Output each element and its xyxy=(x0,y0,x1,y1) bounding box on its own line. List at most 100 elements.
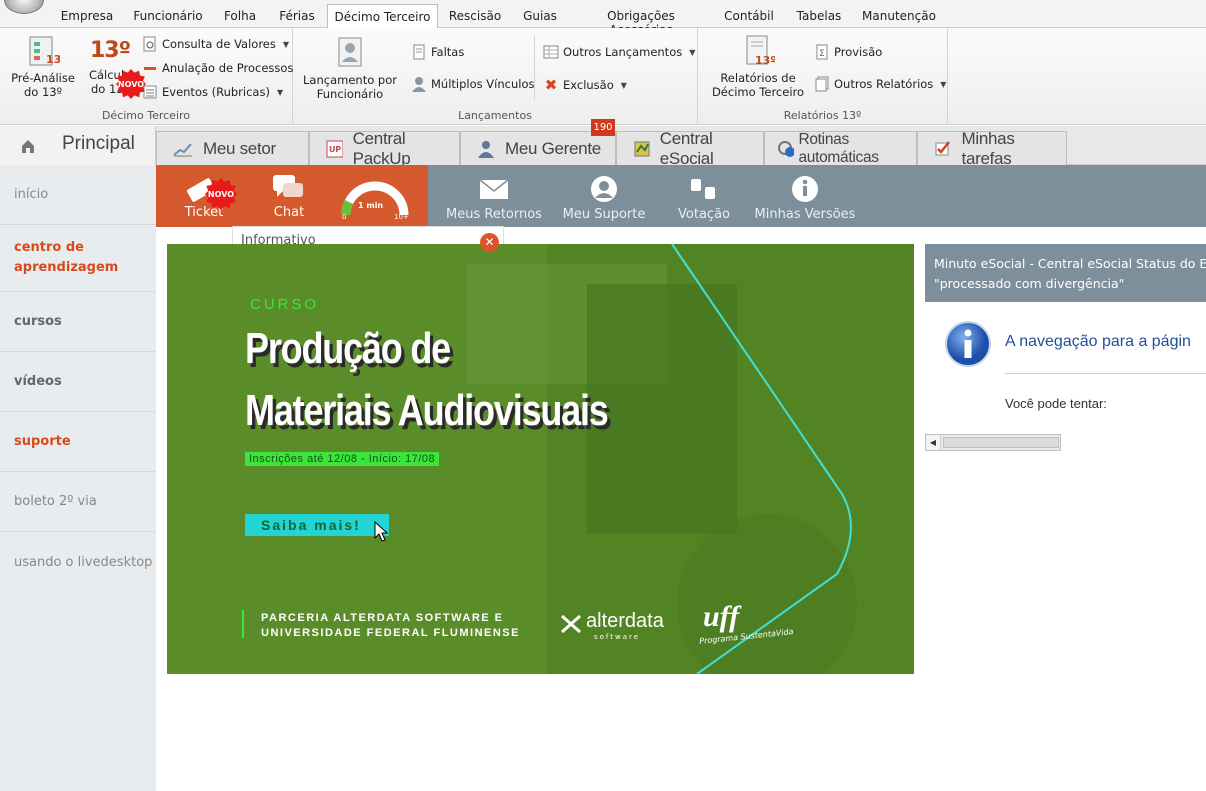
tab-empresa[interactable]: Empresa xyxy=(54,6,120,28)
divider xyxy=(534,36,535,100)
horizontal-scrollbar[interactable]: ◀ xyxy=(925,434,1061,451)
alterdata-wordmark: alterdata xyxy=(586,610,664,632)
news-title-line1: Minuto eSocial - Central eSocial Status … xyxy=(934,256,1206,271)
meu-suporte-button[interactable]: Meu Suporte xyxy=(554,175,654,222)
tab-label: Meu setor xyxy=(203,138,276,158)
chat-icon xyxy=(273,175,303,197)
uff-logo: uff Programa SustentaVida xyxy=(699,600,799,650)
outros-lancamentos-button[interactable]: Outros Lançamentos ▼ xyxy=(543,44,695,60)
tab-central-esocial[interactable]: Central eSocial xyxy=(616,129,764,168)
navigation-error-message: A navegação para a págin xyxy=(1005,333,1191,350)
consulta-valores-label: Consulta de Valores xyxy=(162,37,276,51)
meus-retornos-label: Meus Retornos xyxy=(446,207,542,222)
sidebar-item-cursos[interactable]: cursos xyxy=(0,292,156,352)
sidebar-item-suporte[interactable]: suporte xyxy=(0,412,156,472)
banner-dates: Inscrições até 12/08 - Início: 17/08 xyxy=(245,452,440,466)
tab-contabil[interactable]: Contábil xyxy=(716,6,782,28)
sidebar-item-centro-aprendizagem[interactable]: centro de aprendizagem NOVO xyxy=(0,69,156,292)
relatorios-decimo-button[interactable]: 13º Relatórios de Décimo Terceiro xyxy=(710,34,806,99)
svg-text:Σ: Σ xyxy=(819,49,825,59)
group-relatorios: 13º Relatórios de Décimo Terceiro Σ Prov… xyxy=(698,28,948,124)
documents-icon xyxy=(815,76,829,92)
tab-central-packup[interactable]: UP Central PackUp xyxy=(309,129,460,168)
saiba-mais-button[interactable]: Saiba mais! xyxy=(245,514,389,536)
chevron-down-icon: ▼ xyxy=(620,80,627,90)
sidebar-item-livedesktop[interactable]: usando o livedesktop xyxy=(0,532,156,592)
group-label: Lançamentos xyxy=(458,109,532,122)
tab-label: Minhas tarefas xyxy=(961,128,1015,168)
home-icon xyxy=(22,140,34,153)
minus-icon xyxy=(144,67,156,70)
tab-label: Meu Gerente xyxy=(505,138,601,158)
pre-analise-icon: 13º xyxy=(29,36,68,66)
home-tab-label: Principal xyxy=(62,133,135,154)
eventos-rubricas-button[interactable]: Eventos (Rubricas) ▼ xyxy=(142,84,283,100)
grid-icon xyxy=(543,45,559,59)
tab-obrigacoes-acessorias[interactable]: Obrigações Acessórias xyxy=(574,6,708,37)
ribbon-tab-bar: Empresa Funcionário Folha Férias Décimo … xyxy=(0,0,1206,37)
tab-manutencao[interactable]: Manutenção xyxy=(856,6,942,28)
exclusao-button[interactable]: ✖ Exclusão ▼ xyxy=(543,76,627,94)
group-label: Relatórios 13º xyxy=(783,109,862,122)
votacao-button[interactable]: Votação xyxy=(672,175,736,222)
tab-rescisao[interactable]: Rescisão xyxy=(444,6,506,28)
anulacao-processos-button[interactable]: Anulação de Processos xyxy=(142,60,293,76)
close-icon[interactable]: ✕ xyxy=(480,233,499,252)
minhas-versoes-label: Minhas Versões xyxy=(754,207,856,222)
group-lancamentos: Lançamento por Funcionário Faltas Múltip… xyxy=(293,28,698,124)
try-options-label: Você pode tentar: xyxy=(1005,396,1107,411)
sidebar-item-videos[interactable]: vídeos xyxy=(0,352,156,412)
tab-folha[interactable]: Folha xyxy=(216,6,264,28)
chat-label: Chat xyxy=(273,205,305,220)
envelope-icon xyxy=(479,179,509,199)
cursor-icon xyxy=(374,520,389,542)
tab-tabelas[interactable]: Tabelas xyxy=(790,6,848,28)
tab-funcionario[interactable]: Funcionário xyxy=(128,6,208,28)
home-tab[interactable]: Principal xyxy=(0,126,156,165)
tab-decimo-terceiro[interactable]: Décimo Terceiro xyxy=(327,4,438,29)
sidebar-item-inicio[interactable]: início xyxy=(0,165,156,225)
relatorios-decimo-label: Relatórios de Décimo Terceiro xyxy=(711,71,805,99)
chat-button[interactable]: Chat xyxy=(264,173,314,220)
tab-minhas-tarefas[interactable]: Minhas tarefas xyxy=(917,129,1067,168)
tab-rotinas-automaticas[interactable]: Rotinas automáticas xyxy=(764,131,917,166)
pre-analise-button[interactable]: 13º Pré-Análise do 13º xyxy=(8,34,78,99)
tab-meu-gerente[interactable]: Meu Gerente xyxy=(460,131,616,165)
gauge-max: 10+ xyxy=(394,213,409,221)
course-banner[interactable]: CURSO Produção de Materiais Audiovisuais… xyxy=(167,244,914,674)
banner-title-line2: Materiais Audiovisuais xyxy=(245,386,609,435)
consulta-valores-button[interactable]: Consulta de Valores ▼ xyxy=(142,36,289,52)
outros-relatorios-button[interactable]: Outros Relatórios ▼ xyxy=(814,76,946,92)
document-icon xyxy=(413,44,425,60)
lancamento-funcionario-button[interactable]: Lançamento por Funcionário xyxy=(303,36,397,101)
wait-time-gauge: 1 min 0 10+ xyxy=(340,175,410,225)
anulacao-label: Anulação de Processos xyxy=(162,61,294,75)
esocial-news-header: Minuto eSocial - Central eSocial Status … xyxy=(925,244,1206,302)
svg-text:13º: 13º xyxy=(46,53,60,66)
outros-lancamentos-label: Outros Lançamentos xyxy=(563,45,683,59)
sidebar-item-boleto[interactable]: boleto 2º via xyxy=(0,472,156,532)
app-menu-button[interactable] xyxy=(4,0,44,14)
document-icon: Σ xyxy=(816,44,828,60)
multiplos-vinculos-button[interactable]: Múltiplos Vínculos xyxy=(411,76,534,92)
minhas-versoes-button[interactable]: Minhas Versões xyxy=(752,175,858,222)
meus-retornos-button[interactable]: Meus Retornos xyxy=(444,175,544,222)
partner-line2: UNIVERSIDADE FEDERAL FLUMINENSE xyxy=(261,627,520,639)
tab-guias[interactable]: Guias xyxy=(514,6,566,28)
faltas-button[interactable]: Faltas xyxy=(411,44,464,60)
support-nav-bar: Meus Retornos Meu Suporte Votação Minhas… xyxy=(428,165,1206,227)
group-decimo-terceiro: 13º Pré-Análise do 13º 13º Cálculo do 13… xyxy=(0,28,293,124)
gear-clock-icon xyxy=(778,140,795,157)
divider xyxy=(1005,373,1206,374)
tab-meu-setor[interactable]: Meu setor xyxy=(156,131,309,165)
scrollbar-thumb[interactable] xyxy=(943,437,1059,448)
provisao-button[interactable]: Σ Provisão xyxy=(814,44,882,60)
provisao-label: Provisão xyxy=(834,45,883,59)
tab-ferias[interactable]: Férias xyxy=(272,6,322,28)
sidebar-item-label: início xyxy=(14,187,49,202)
person-doc-icon xyxy=(338,37,362,67)
gauge-icon xyxy=(341,181,409,216)
calculo-13-icon: 13º xyxy=(89,38,131,63)
informativo-header: Informativo xyxy=(232,226,504,246)
scroll-left-icon[interactable]: ◀ xyxy=(926,435,941,450)
